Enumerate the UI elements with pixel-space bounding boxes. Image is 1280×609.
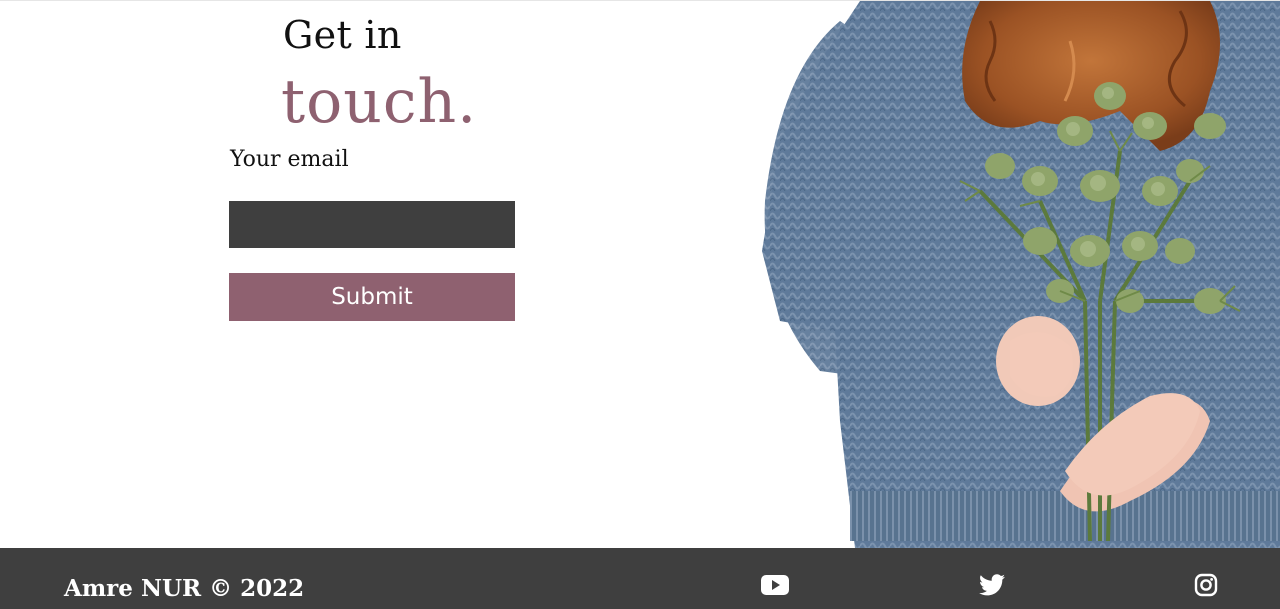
contact-page: Get in touch. Your email Submit Amre NUR… bbox=[0, 0, 1280, 609]
instagram-icon[interactable] bbox=[1191, 572, 1221, 598]
email-field[interactable] bbox=[229, 201, 515, 248]
twitter-icon[interactable] bbox=[977, 572, 1007, 598]
heading-line-1: Get in bbox=[283, 13, 402, 57]
email-label: Your email bbox=[230, 147, 349, 172]
heading-line-2: touch. bbox=[281, 67, 478, 137]
submit-button[interactable]: Submit bbox=[229, 273, 515, 321]
youtube-icon[interactable] bbox=[760, 572, 790, 598]
hero-image bbox=[740, 1, 1280, 548]
footer: Amre NUR © 2022 bbox=[0, 548, 1280, 609]
footer-copyright: Amre NUR © 2022 bbox=[64, 575, 305, 602]
